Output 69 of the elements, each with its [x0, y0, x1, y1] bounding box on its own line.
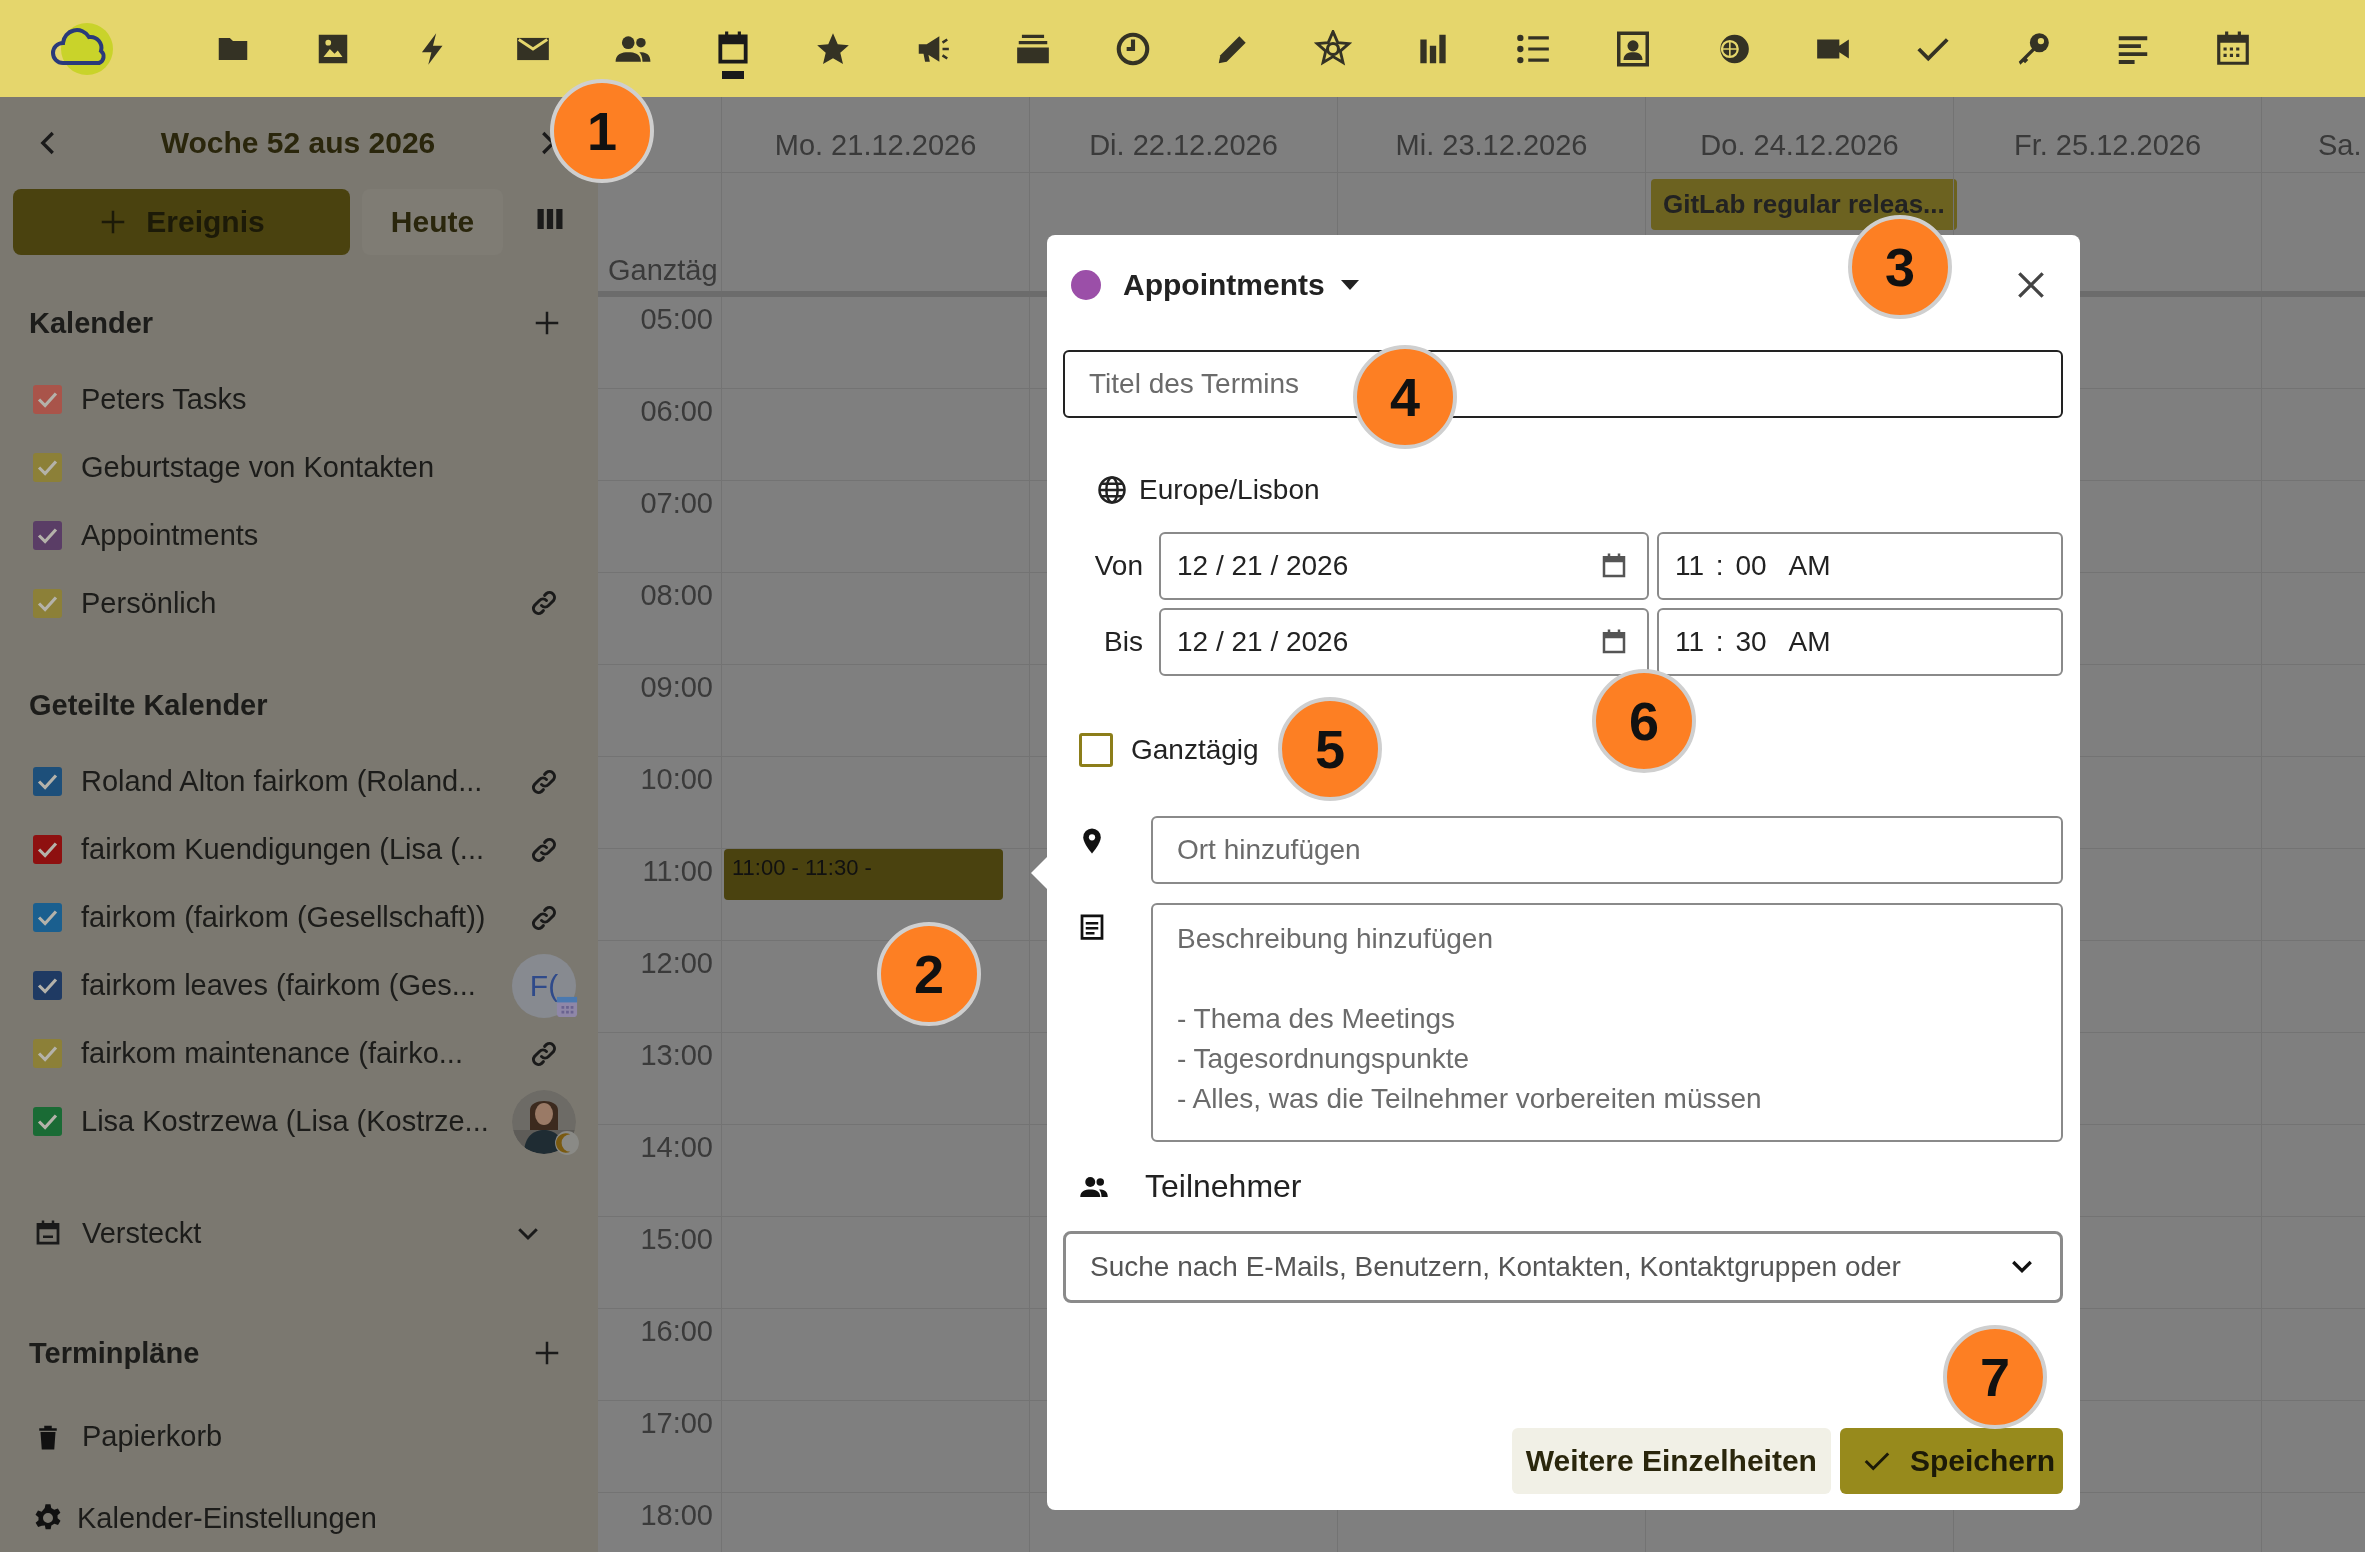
calendar-checkbox[interactable]	[33, 452, 62, 482]
globe-icon	[1097, 475, 1127, 505]
time-field[interactable]: 11 : 00 AM	[1657, 532, 2063, 600]
description-field[interactable]: Beschreibung hinzufügen - Thema des Meetings - Tagesordnungspunkte - Alles, was die Teilnehmer vorbereiten müssen	[1151, 903, 2063, 1142]
time-field[interactable]: 11 : 30 AM	[1657, 608, 2063, 676]
caret-icon	[1340, 280, 1359, 290]
avatar: F(	[512, 953, 576, 1018]
hour-label: 11:00	[642, 855, 713, 887]
calendar-name[interactable]: fairkom maintenance (fairko...	[81, 1037, 493, 1071]
hidden-section[interactable]: Versteckt	[82, 1216, 494, 1250]
day-header[interactable]: Do. 24.12.2026	[1700, 129, 1899, 162]
section-heading: Terminpläne	[29, 1336, 200, 1370]
moon-status-icon	[554, 1129, 580, 1156]
hour-label: 17:00	[640, 1407, 713, 1439]
attendee-search-field[interactable]: Suche nach E-Mails, Benutzern, Kontakten, Kontaktgruppen oder	[1063, 1231, 2063, 1303]
hour-label: 09:00	[640, 671, 713, 703]
field-label: Von	[1093, 550, 1144, 582]
hour-label: 06:00	[640, 395, 713, 427]
calendar-checkbox[interactable]	[33, 588, 62, 618]
location-field[interactable]: Ort hinzufügen	[1151, 816, 2063, 884]
calendar-checkbox[interactable]	[33, 1039, 62, 1069]
calendar-name[interactable]: fairkom Kuendigungen (Lisa (...	[81, 833, 493, 867]
calendar-name[interactable]: Appointments	[81, 518, 576, 552]
day-header[interactable]: Sa.	[2318, 129, 2362, 162]
settings-link[interactable]: Kalender-Einstellungen	[77, 1501, 576, 1535]
trash-link[interactable]: Papierkorb	[82, 1420, 576, 1454]
calendar-selector[interactable]: Appointments	[1123, 268, 1359, 302]
hour-label: 18:00	[640, 1499, 713, 1531]
hour-label: 12:00	[640, 947, 713, 979]
calendar-checkbox[interactable]	[33, 903, 62, 933]
day-header[interactable]: Mo. 21.12.2026	[774, 129, 977, 162]
calendar-name[interactable]: Peters Tasks	[81, 382, 576, 416]
week-title: Woche 52 aus 2026	[160, 126, 436, 161]
calendar-checkbox[interactable]	[33, 520, 62, 550]
all-day-label: Ganztäg	[608, 254, 718, 287]
calendar-checkbox[interactable]	[33, 384, 62, 414]
hour-label: 07:00	[640, 487, 713, 519]
calendar-name[interactable]: Persönlich	[81, 586, 493, 620]
attendees-label: Teilnehmer	[1145, 1168, 1302, 1205]
section-heading: Geteilte Kalender	[29, 689, 268, 723]
all-day-checkbox[interactable]: Ganztägig	[1079, 733, 1259, 767]
calendar-name[interactable]: fairkom leaves (fairkom (Ges...	[81, 969, 493, 1003]
more-details-button[interactable]: Weitere Einzelheiten	[1511, 1428, 1831, 1494]
calendar-checkbox[interactable]	[33, 767, 62, 797]
hour-label: 13:00	[640, 1039, 713, 1071]
field-label: Bis	[1103, 626, 1144, 658]
hour-label: 16:00	[640, 1315, 713, 1347]
day-header[interactable]: Di. 22.12.2026	[1089, 129, 1278, 162]
day-header[interactable]: Mi. 23.12.2026	[1395, 129, 1588, 162]
date-field[interactable]: 12 / 21 / 2026	[1159, 532, 1649, 600]
calendar-checkbox[interactable]	[33, 835, 62, 865]
hour-label: 10:00	[640, 763, 713, 795]
hour-label: 15:00	[640, 1223, 713, 1255]
calendar-name[interactable]: Geburtstage von Kontakten	[81, 450, 576, 484]
hour-label: 14:00	[640, 1131, 713, 1163]
calendar-name[interactable]: fairkom (fairkom (Gesellschaft))	[81, 901, 493, 935]
day-header[interactable]: Fr. 25.12.2026	[2014, 129, 2201, 162]
calendar-name[interactable]: Roland Alton fairkom (Roland...	[81, 765, 493, 799]
today-button[interactable]: Heute	[362, 189, 503, 256]
hour-label: 05:00	[640, 303, 713, 335]
section-heading: Kalender	[29, 306, 154, 340]
timezone-label[interactable]: Europe/Lisbon	[1139, 474, 1320, 506]
hour-label: 08:00	[640, 579, 713, 611]
date-field[interactable]: 12 / 21 / 2026	[1159, 608, 1649, 676]
save-button[interactable]: Speichern	[1839, 1428, 2063, 1494]
calendar-checkbox[interactable]	[33, 971, 62, 1001]
calendar-name[interactable]: Lisa Kostrzewa (Lisa (Kostrze...	[81, 1105, 493, 1139]
calendar-checkbox[interactable]	[33, 1107, 62, 1137]
calendar-event[interactable]: GitLab regular releas...	[1651, 179, 1957, 230]
